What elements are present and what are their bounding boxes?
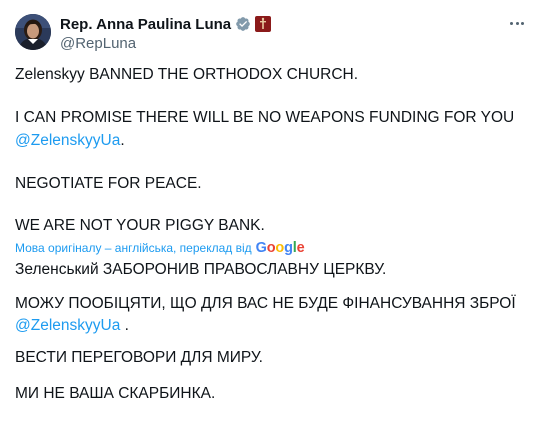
- tweet-line-5: WE ARE NOT YOUR PIGGY BANK.: [15, 217, 265, 234]
- mention-link[interactable]: @ZelenskyyUa: [15, 132, 120, 149]
- author-display-name[interactable]: Rep. Anna Paulina Luna: [60, 16, 231, 33]
- google-logo: Google: [255, 240, 305, 256]
- more-dot: [515, 21, 519, 25]
- translated-mention-line: @ZelenskyyUa .: [15, 316, 129, 336]
- author-avatar[interactable]: [15, 14, 51, 50]
- tweet-line-2: I CAN PROMISE THERE WILL BE NO WEAPONS F…: [15, 109, 515, 126]
- more-dot: [510, 21, 514, 25]
- mention-suffix: .: [120, 132, 125, 149]
- translated-mention-link[interactable]: @ZelenskyyUa: [15, 317, 120, 334]
- translated-line-5: МИ НЕ ВАША СКАРБИНКА.: [15, 385, 216, 402]
- verified-badge-icon[interactable]: [235, 16, 251, 32]
- author-name-row: Rep. Anna Paulina Luna: [60, 14, 272, 34]
- translated-mention-suffix: .: [120, 317, 129, 334]
- translated-line-4: ВЕСТИ ПЕРЕГОВОРИ ДЛЯ МИРУ.: [15, 349, 263, 366]
- more-horizontal-icon[interactable]: [507, 13, 527, 33]
- translation-note-text: Мова оригіналу – англійська, переклад ві…: [15, 241, 252, 255]
- tweet-card: Rep. Anna Paulina Luna @RepLuna Zelensky…: [0, 0, 534, 421]
- more-dot: [520, 21, 524, 25]
- translated-line-2: МОЖУ ПООБІЦЯТИ, ЩО ДЛЯ ВАС НЕ БУДЕ ФІНАН…: [15, 295, 516, 312]
- translation-note[interactable]: Мова оригіналу – англійська, переклад ві…: [15, 240, 305, 256]
- congress-seal-icon[interactable]: [255, 16, 272, 32]
- tweet-line-4: NEGOTIATE FOR PEACE.: [15, 175, 202, 192]
- author-handle[interactable]: @RepLuna: [60, 35, 136, 52]
- avatar-image: [15, 14, 51, 50]
- tweet-line-1: Zelenskyy BANNED THE ORTHODOX CHURCH.: [15, 66, 359, 83]
- tweet-mention-line: @ZelenskyyUa.: [15, 131, 125, 151]
- translated-line-1: Зеленський ЗАБОРОНИВ ПРАВОСЛАВНУ ЦЕРКВУ.: [15, 261, 387, 278]
